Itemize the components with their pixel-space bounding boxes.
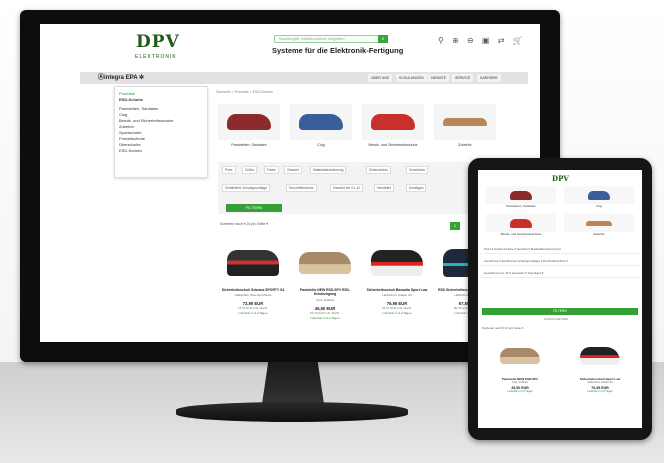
site-logo[interactable]: DPV — [136, 32, 180, 52]
category-label: Pantoletten, Sandalen — [231, 143, 267, 147]
nav-item-schulungen[interactable]: SCHULUNGEN — [396, 74, 427, 82]
tablet-category-tile[interactable]: Clog — [564, 186, 634, 210]
product-desc: Halbschuh, Klasse S3 — [587, 381, 613, 384]
product-name[interactable]: Sicherheitsschuh Bavantia Sport Low — [364, 288, 430, 292]
category-image — [362, 104, 424, 140]
tablet-filter-row[interactable]: Preis ▾ Größe ▾ Farbe ▾ Gewicht ▾ Materi… — [480, 244, 640, 254]
tablet-screen: DPV Pantoletten, Sandalen Clog Berufs- u… — [478, 170, 642, 428]
nav-item-karriere[interactable]: KARRIERE — [477, 74, 501, 82]
tablet-filter-button[interactable]: FILTERN — [482, 308, 638, 315]
category-label: Pantoletten, Sandalen — [506, 204, 536, 208]
site-header: DPV ELEKTRONIK Suchbegriff, Artikelnumme… — [40, 24, 540, 68]
monitor-stand — [262, 362, 324, 404]
product-card[interactable]: Pantolette NEW ESD-SPV ESD-Schuhzügung K… — [292, 242, 358, 342]
product-availability: Lieferbar in 3-4 Tagen — [587, 390, 613, 393]
breadcrumb[interactable]: Startseite > Produkte > ESD-Schuhe — [216, 90, 273, 94]
product-image — [292, 242, 358, 284]
tablet-device: DPV Pantoletten, Sandalen Clog Berufs- u… — [468, 158, 652, 440]
product-name[interactable]: Sicherheitsschuh Sebrana SPORTY S3 — [220, 288, 286, 292]
product-card[interactable]: Sicherheitsschuh Sebrana SPORTY S3 Halbs… — [220, 242, 286, 342]
category-image — [434, 104, 496, 140]
filter-material[interactable]: Materialbezeichnung — [310, 166, 347, 174]
product-card[interactable]: Sicherheitsschuh Bavantia Sport Low Halb… — [364, 242, 430, 342]
category-dropdown-menu: Produkte ESD-Schuhe Pantoletten, Sandale… — [114, 86, 208, 178]
product-desc: Halbschuh, Boa-Verschluss — [234, 293, 272, 298]
filter-gewicht-42[interactable]: Gewicht bei Gr. 42 — [330, 184, 364, 192]
category-tile[interactable]: Berufs- und Sicherheitsschuhe — [362, 104, 424, 154]
brand-logos: Ⓐintegra EPA ✲ — [98, 75, 145, 81]
filter-hersteller[interactable]: Hersteller — [374, 184, 395, 192]
category-tile[interactable]: Clog — [290, 104, 352, 154]
category-tile[interactable]: Pantoletten, Sandalen — [218, 104, 280, 154]
dropdown-item[interactable]: ESD-Schuhe — [115, 97, 207, 103]
product-price-vat: 75,56 EUR inkl. MwSt. — [237, 306, 268, 311]
product-image — [482, 338, 558, 374]
filter-zehenschutz[interactable]: Zehenschutz — [366, 166, 391, 174]
category-image — [486, 214, 556, 232]
product-availability: Lieferbar in 3-4 Tagen — [507, 390, 533, 393]
category-label: Clog — [317, 143, 325, 147]
filter-preis[interactable]: Preis — [222, 166, 236, 174]
logo-subtitle: ELEKTRONIK — [135, 54, 177, 60]
product-availability: Lieferbar in 3-4 Tagen — [310, 315, 340, 320]
filter-schutzgrundlage[interactable]: Zertifizierte Schutzgrundlage — [222, 184, 270, 192]
category-image — [486, 186, 556, 204]
category-label: Berufs- und Sicherheitsschuhe — [368, 143, 418, 147]
filter-gewicht[interactable]: Gewicht — [284, 166, 302, 174]
category-image — [564, 214, 634, 232]
filter-verschluss[interactable]: Verschluss — [406, 166, 428, 174]
product-image — [562, 338, 638, 374]
category-image — [564, 186, 634, 204]
tablet-product-card[interactable]: Pantolette NEW ESD-SPV Kork, Fußbett 45,… — [482, 338, 558, 420]
product-availability: Lieferbar in 3-4 Tagen — [382, 311, 412, 316]
filter-farbe[interactable]: Farbe — [264, 166, 279, 174]
tablet-category-tile[interactable]: Berufs- und Sicherheitsschuhe — [486, 214, 556, 238]
monitor-screen: DPV ELEKTRONIK Suchbegriff, Artikelnumme… — [40, 24, 540, 342]
tablet-reset-link[interactable]: ZURÜCKSETZEN — [544, 317, 568, 321]
dropdown-item[interactable]: ESD-Socken — [115, 148, 207, 154]
site-tagline: Systeme für die Elektronik-Fertigung — [272, 46, 404, 55]
category-image — [290, 104, 352, 140]
monitor-base — [176, 402, 408, 422]
category-tile[interactable]: Zubehör — [434, 104, 496, 154]
tablet-category-tile[interactable]: Zubehör — [564, 214, 634, 238]
product-image — [364, 242, 430, 284]
nav-item-service[interactable]: SERVICE — [452, 74, 474, 82]
product-image — [220, 242, 286, 284]
filter-durchtritt[interactable]: Durchtrittsschutz — [286, 184, 317, 192]
nav-item-dienste[interactable]: DIENSTE — [428, 74, 450, 82]
product-desc: Kork, Fußbett — [315, 297, 335, 302]
category-label: Berufs- und Sicherheitsschuhe — [500, 232, 542, 236]
pagination-current[interactable]: 1 — [450, 222, 460, 230]
product-price-vat: 91,57 EUR inkl. MwSt. — [381, 306, 412, 311]
tablet-filter-row[interactable]: Verschluss ▾ Zertifizierte Schutzgrundla… — [480, 256, 640, 266]
nav-item-ueber-uns[interactable]: ÜBER UNS — [368, 74, 393, 82]
category-label: Zubehör — [593, 232, 605, 236]
category-image — [218, 104, 280, 140]
product-desc: Halbschuh, Klasse S3 — [382, 293, 412, 298]
sort-controls[interactable]: Sortieren nach ▾ 24 pro Seite ▾ — [220, 222, 268, 226]
tablet-category-tile[interactable]: Pantoletten, Sandalen — [486, 186, 556, 210]
product-price-vat: 54,15 EUR inkl. MwSt. — [309, 310, 340, 315]
product-name[interactable]: Pantolette NEW ESD-SPV ESD-Schuhzügung — [292, 288, 358, 297]
search-icon[interactable]: ⌕ — [378, 35, 388, 43]
tablet-sort-controls[interactable]: Sortieren nach ▾ 24 pro Seite ▾ — [482, 326, 523, 330]
tablet-filter-row[interactable]: Gewicht bei Gr. 42 ▾ Hersteller ▾ Sonsti… — [480, 268, 640, 278]
product-availability: Lieferbar in 3-4 Tagen — [238, 311, 268, 316]
filter-groesse[interactable]: Größe — [242, 166, 258, 174]
category-label: Zubehör — [458, 143, 472, 147]
filter-sonstiges[interactable]: Sonstiges — [406, 184, 427, 192]
tablet-logo[interactable]: DPV — [552, 174, 569, 183]
search-input[interactable]: Suchbegriff, Artikelnummer eingeben — [274, 35, 386, 43]
product-desc: Kork, Fußbett — [512, 381, 528, 384]
category-label: Clog — [595, 204, 603, 208]
header-icons[interactable]: ⚲ ⊕ ⊖ ▣ ⇄ 🛒 — [438, 36, 526, 45]
product-photo-scene: DPV ELEKTRONIK Suchbegriff, Artikelnumme… — [0, 0, 664, 463]
tablet-product-card[interactable]: Sicherheitsschuh Sport Low Halbschuh, Kl… — [562, 338, 638, 420]
filter-button[interactable]: FILTERN — [226, 204, 282, 212]
